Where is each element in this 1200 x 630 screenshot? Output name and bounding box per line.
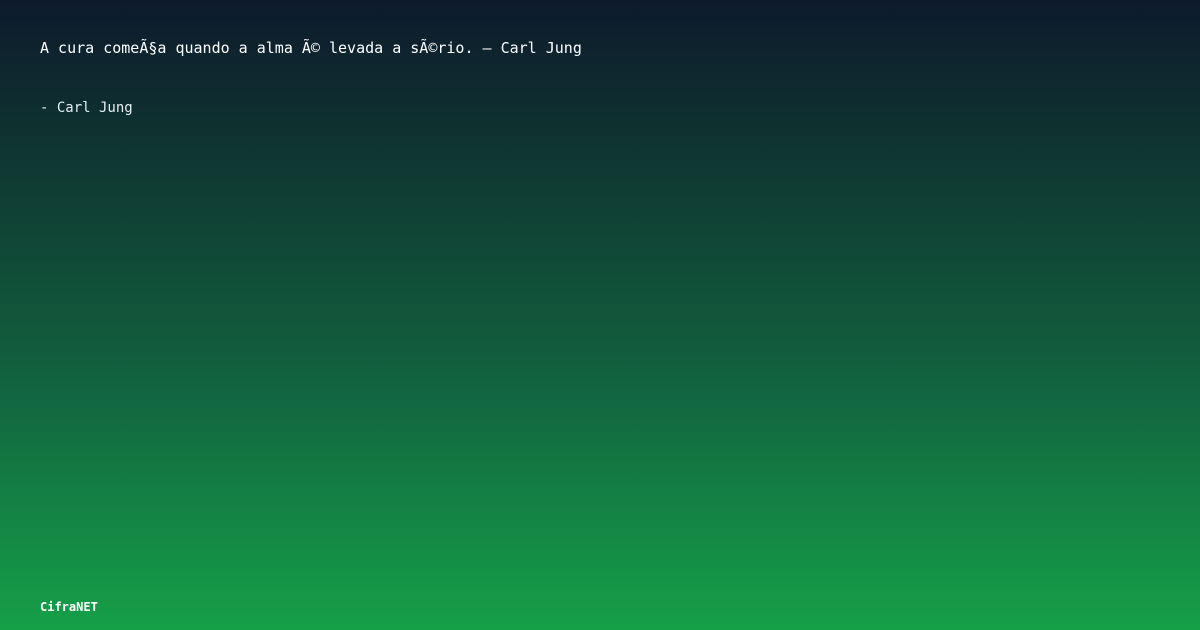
- quote-card: { "quote": { "text": "A cura comeÃ§a qua…: [0, 0, 1200, 630]
- quote-text: A cura comeÃ§a quando a alma Ã© levada a…: [40, 39, 582, 57]
- brand-name: CifraNET: [40, 600, 98, 614]
- quote-author: - Carl Jung: [40, 100, 133, 116]
